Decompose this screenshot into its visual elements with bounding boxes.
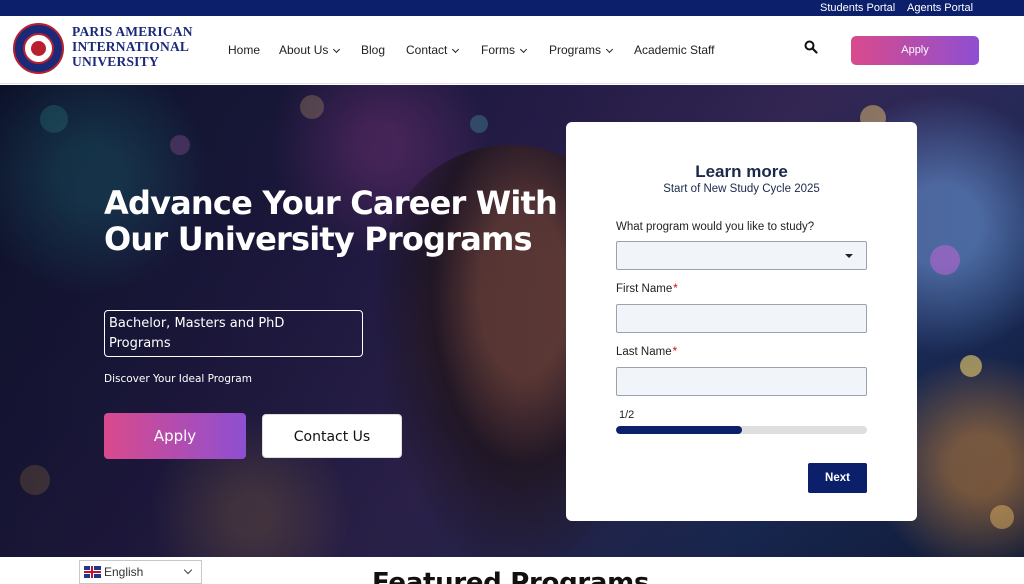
uk-flag-icon: [84, 566, 101, 578]
search-icon[interactable]: [804, 40, 818, 54]
first-name-field[interactable]: [616, 304, 867, 333]
form-title: Learn more: [695, 162, 788, 181]
language-label: English: [104, 565, 144, 579]
logo-line-1: PARIS AMERICAN: [72, 24, 193, 39]
nav-programs[interactable]: Programs: [549, 43, 614, 57]
logo-line-3: UNIVERSITY: [72, 54, 159, 69]
hero-apply-button[interactable]: Apply: [104, 413, 246, 459]
agents-portal-link[interactable]: Agents Portal: [907, 1, 973, 15]
programs-tagline-line-2: Programs: [109, 336, 171, 351]
nav-forms-label: Forms: [481, 43, 515, 57]
required-asterisk: *: [673, 283, 678, 295]
program-select-label: What program would you like to study?: [616, 221, 815, 233]
learn-more-form-card: Learn more Start of New Study Cycle 2025…: [566, 122, 917, 521]
nav-contact-label: Contact: [406, 43, 448, 57]
logo-line-2: INTERNATIONAL: [72, 39, 190, 54]
chevron-down-icon: [333, 45, 341, 54]
required-asterisk: *: [672, 346, 678, 358]
nav-programs-label: Programs: [549, 43, 602, 57]
nav-about-us-label: About Us: [279, 43, 329, 57]
site-header: PARIS AMERICAN INTERNATIONAL UNIVERSITY …: [0, 16, 1024, 84]
form-subtitle: Start of New Study Cycle 2025: [663, 183, 820, 195]
nav-blog-label: Blog: [361, 43, 386, 57]
hero-title: Advance Your Career With Our University …: [104, 185, 564, 257]
nav-blog[interactable]: Blog: [361, 43, 385, 57]
language-selector[interactable]: English: [79, 560, 202, 584]
caret-down-icon: [845, 254, 853, 258]
hero-subtitle: Discover Your Ideal Program: [104, 373, 252, 385]
next-button[interactable]: Next: [808, 463, 867, 493]
hero-contact-button[interactable]: Contact Us: [262, 414, 402, 458]
programs-tagline-box: Bachelor, Masters and PhD Programs: [104, 310, 363, 357]
university-name-logo[interactable]: PARIS AMERICAN INTERNATIONAL UNIVERSITY: [72, 24, 202, 69]
nav-contact[interactable]: Contact: [406, 43, 460, 57]
top-utility-bar: Students Portal Agents Portal: [0, 0, 1024, 16]
programs-tagline-line-1: Bachelor, Masters and PhD: [109, 316, 285, 331]
last-name-field[interactable]: [616, 367, 867, 396]
nav-academic-staff[interactable]: Academic Staff: [634, 43, 714, 57]
hero-section: Advance Your Career With Our University …: [0, 85, 1024, 557]
hero-title-line-1: Advance Your Career With: [104, 184, 558, 222]
nav-about-us[interactable]: About Us: [279, 43, 341, 57]
form-step-indicator: 1/2: [619, 409, 635, 421]
nav-academic-staff-label: Academic Staff: [634, 43, 715, 57]
hero-title-line-2: Our University Programs: [104, 220, 533, 258]
nav-home[interactable]: Home: [228, 43, 260, 57]
form-progress-bar: [616, 426, 867, 434]
header-apply-button[interactable]: Apply: [851, 36, 979, 65]
university-seal-logo[interactable]: [13, 23, 64, 74]
featured-programs-heading: Featured Programs: [372, 568, 650, 584]
nav-forms[interactable]: Forms: [481, 43, 528, 57]
first-name-label-text: First Name: [616, 283, 673, 295]
program-select[interactable]: [616, 241, 867, 270]
chevron-down-icon: [452, 45, 460, 54]
last-name-label: Last Name*: [616, 346, 677, 358]
students-portal-link[interactable]: Students Portal: [820, 1, 895, 15]
chevron-down-icon: [605, 45, 614, 54]
form-progress-fill: [616, 426, 742, 434]
last-name-label-text: Last Name: [616, 346, 672, 358]
chevron-down-icon: [519, 45, 528, 54]
nav-home-label: Home: [228, 43, 261, 57]
chevron-down-icon: [183, 565, 193, 575]
first-name-label: First Name*: [616, 283, 678, 295]
